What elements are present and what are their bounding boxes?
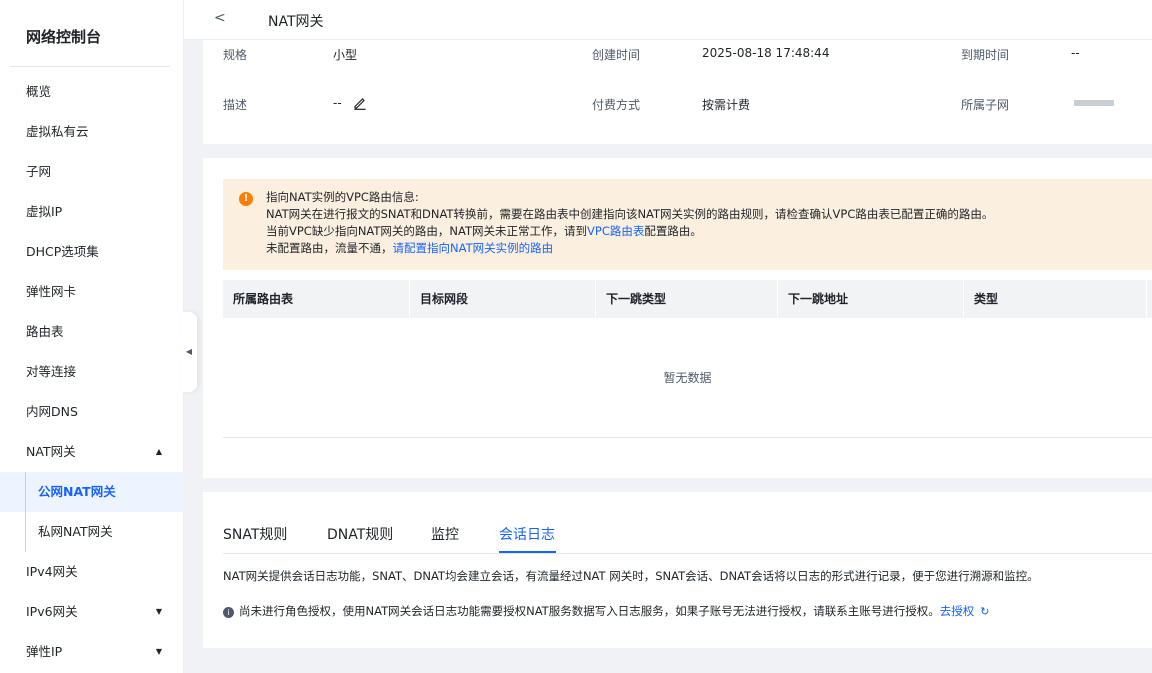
alert-line-3: 未配置路由，流量不通，请配置指向NAT网关实例的路由 [266,240,993,257]
sidebar-item-label: 路由表 [26,324,64,339]
sidebar-subitem-public-nat[interactable]: 公网NAT网关 [0,472,184,512]
column-header: 下一跳类型 [596,280,778,318]
sidebar-item-nat-gateway[interactable]: NAT网关 ▲ [0,432,184,472]
sidebar-item-eip[interactable]: 弹性IP ▼ [0,632,184,672]
route-warning-alert: ! 指向NAT实例的VPC路由信息: NAT网关在进行报文的SNAT和DNAT转… [223,179,1152,270]
tab-snat-rules[interactable]: SNAT规则 [223,524,287,544]
sidebar-item-ipv4-gateway[interactable]: IPv4网关 [0,552,184,592]
info-icon: i [223,607,234,618]
alert-line-2-text: 当前VPC缺少指向NAT网关的路由，NAT网关未正常工作，请到 [266,224,588,238]
sidebar: 网络控制台 概览 虚拟私有云 子网 虚拟IP DHCP选项集 弹性网卡 路由表 … [0,0,184,673]
submenu-line [25,472,26,512]
sidebar-collapse-handle[interactable]: ◀ [181,312,197,392]
vpc-route-table-link[interactable]: VPC路由表 [587,224,644,238]
column-header: 所属路由表 [223,280,410,318]
tabs-card: SNAT规则 DNAT规则 监控 会话日志 NAT网关提供会话日志功能，SNAT… [203,492,1152,648]
masked-subnet-value [1074,100,1114,106]
sidebar-item-label: 内网DNS [26,404,78,419]
alert-title: 指向NAT实例的VPC路由信息: [266,190,419,204]
sidebar-item-overview[interactable]: 概览 [0,72,184,112]
desc-value: -- [333,96,342,110]
session-log-description: NAT网关提供会话日志功能，SNAT、DNAT均会建立会话，有流量经过NAT 网… [223,569,1039,583]
route-card: ! 指向NAT实例的VPC路由信息: NAT网关在进行报文的SNAT和DNAT转… [203,158,1152,478]
sidebar-item-label: 弹性网卡 [26,284,77,299]
sidebar-item-eni[interactable]: 弹性网卡 [0,272,184,312]
notice-text: 尚未进行角色授权，使用NAT网关会话日志功能需要授权NAT服务数据写入日志服务，… [239,604,940,618]
alert-lines: 指向NAT实例的VPC路由信息: NAT网关在进行报文的SNAT和DNAT转换前… [266,189,993,257]
tab-bar: SNAT规则 DNAT规则 监控 会话日志 [223,520,1152,554]
info-card: 规格 小型 创建时间 2025-08-18 17:48:44 到期时间 -- 描… [203,40,1152,144]
sidebar-item-peering[interactable]: 对等连接 [0,352,184,392]
column-header: 下一跳地址 [778,280,964,318]
column-header: 目标网段 [410,280,596,318]
sidebar-item-label: DHCP选项集 [26,244,99,259]
sidebar-item-virtual-ip[interactable]: 虚拟IP [0,192,184,232]
tab-dnat-rules[interactable]: DNAT规则 [327,524,393,544]
edit-icon[interactable] [353,96,367,113]
created-label: 创建时间 [592,48,641,62]
spec-label: 规格 [223,48,248,62]
desc-label: 描述 [223,98,248,112]
billing-label: 付费方式 [592,98,641,112]
sidebar-item-label: 虚拟私有云 [26,124,89,139]
sidebar-item-label: IPv6网关 [26,604,78,619]
alert-line-1: NAT网关在进行报文的SNAT和DNAT转换前，需要在路由表中创建指向该NAT网… [266,207,994,221]
page-header: < NAT网关 [184,0,1152,40]
alert-line-2-suffix: 配置路由。 [644,224,702,238]
refresh-icon[interactable]: ↻ [980,605,989,618]
billing-value: 按需计费 [702,98,751,112]
warning-icon: ! [239,192,253,206]
sidebar-item-label: 概览 [26,84,52,99]
sidebar-item-private-dns[interactable]: 内网DNS [0,392,184,432]
sidebar-item-label: 子网 [26,164,52,179]
caret-left-icon: ◀ [185,347,193,356]
alert-line-3-text: 未配置路由，流量不通， [266,241,393,255]
back-icon[interactable]: < [214,10,226,26]
sidebar-item-label: IPv4网关 [26,564,78,579]
table-header: 所属路由表 目标网段 下一跳类型 下一跳地址 类型 [223,280,1152,318]
caret-down-icon: ▼ [155,647,162,656]
submenu-line [25,512,26,552]
authorize-link[interactable]: 去授权 [940,604,975,618]
sidebar-item-label: 对等连接 [26,364,77,379]
active-tab-indicator [499,551,556,553]
alert-line-2: 当前VPC缺少指向NAT网关的路由，NAT网关未正常工作，请到VPC路由表配置路… [266,223,993,240]
caret-up-icon: ▲ [155,447,162,456]
sidebar-item-label: NAT网关 [26,444,76,459]
caret-down-icon: ▼ [155,607,162,616]
sidebar-item-ipv6-gateway[interactable]: IPv6网关 ▼ [0,592,184,632]
console-title: 网络控制台 [26,28,102,46]
expire-label: 到期时间 [961,48,1010,62]
sidebar-item-route-table[interactable]: 路由表 [0,312,184,352]
sidebar-item-label: 虚拟IP [26,204,63,219]
sidebar-item-label: 公网NAT网关 [38,484,116,499]
route-table: 所属路由表 目标网段 下一跳类型 下一跳地址 类型 暂无数据 [223,280,1152,438]
subnet-label: 所属子网 [961,98,1010,112]
configure-route-link[interactable]: 请配置指向NAT网关实例的路由 [393,241,554,255]
sidebar-subitem-private-nat[interactable]: 私网NAT网关 [0,512,184,552]
sidebar-nav: 概览 虚拟私有云 子网 虚拟IP DHCP选项集 弹性网卡 路由表 对等连接 内… [0,72,184,672]
tab-monitoring[interactable]: 监控 [431,524,459,544]
tab-session-logs[interactable]: 会话日志 [499,524,555,544]
created-value: 2025-08-18 17:48:44 [702,46,830,60]
authorization-notice: i 尚未进行角色授权，使用NAT网关会话日志功能需要授权NAT服务数据写入日志服务… [223,603,989,619]
sidebar-item-vpc[interactable]: 虚拟私有云 [0,112,184,152]
empty-state: 暂无数据 [223,318,1152,438]
sidebar-item-subnet[interactable]: 子网 [0,152,184,192]
spec-value: 小型 [333,48,358,62]
expire-value: -- [1071,46,1080,60]
column-header: 类型 [964,280,1147,318]
page-title: NAT网关 [268,14,324,30]
sidebar-item-label: 私网NAT网关 [38,524,113,539]
sidebar-item-label: 弹性IP [26,644,63,659]
sidebar-item-dhcp[interactable]: DHCP选项集 [0,232,184,272]
sidebar-divider [10,66,170,67]
